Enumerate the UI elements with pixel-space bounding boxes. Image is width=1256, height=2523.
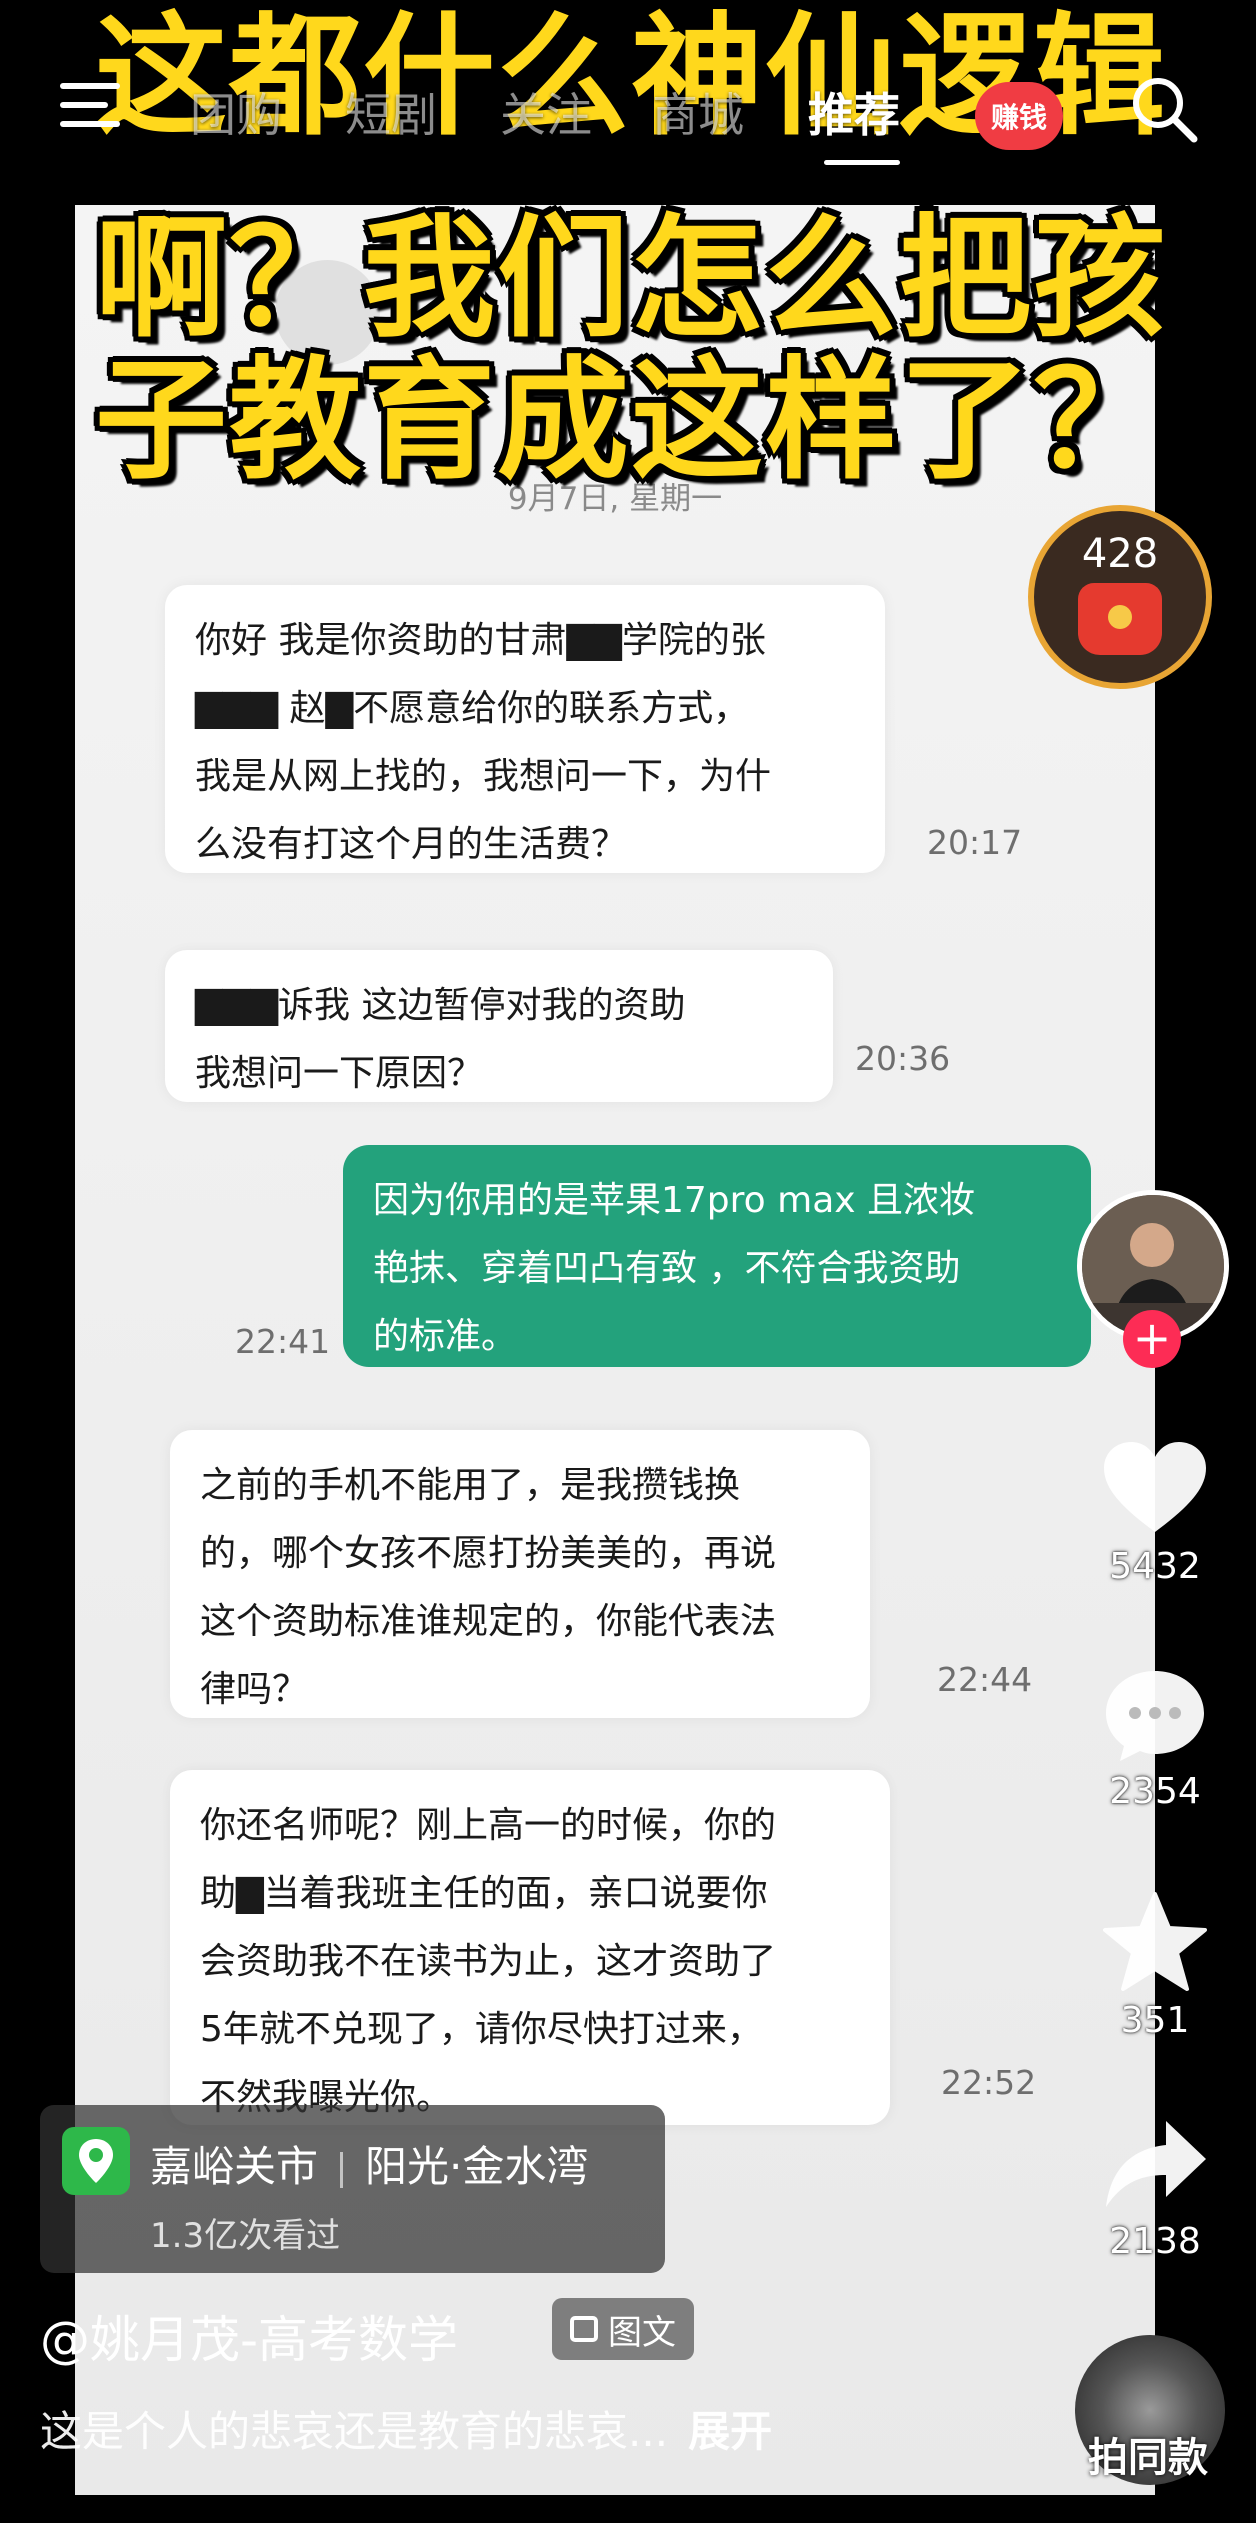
message-time: 20:17 [927,823,1023,862]
menu-icon[interactable] [60,79,120,131]
message-bubble-in: 之前的手机不能用了，是我攒钱换 的，哪个女孩不愿打扮美美的，再说 这个资助标准谁… [170,1430,870,1718]
share-count: 2138 [1109,2221,1201,2262]
message-time: 20:36 [855,1039,951,1078]
expand-link[interactable]: 展开 [688,2407,772,2456]
message-line: ▇▇▇诉我 这边暂停对我的资助 [195,985,686,1026]
message-line: 我是从网上找的，我想问一下，为什 [195,756,772,797]
location-separator [340,2151,344,2188]
red-packet-icon [1078,583,1162,655]
message-line: 么没有打这个月的生活费？ [195,824,628,865]
message-line: 因为你用的是苹果17pro max 且浓妆 [373,1180,976,1221]
favorite-button[interactable]: 351 [1090,1890,1220,2041]
message-line: 5年就不兑现了，请你尽快打过来， [200,2009,763,2050]
message-line: 的标准。 [373,1316,518,1357]
heart-icon [1104,1442,1206,1532]
location-title: 嘉峪关市 阳光·金水湾 [150,2133,588,2194]
message-line: 你好 我是你资助的甘肃▇▇学院的张 [195,620,766,661]
message-line: ▇▇▇ 赵▇不愿意给你的联系方式， [195,688,750,729]
comment-count: 2354 [1109,1771,1201,1812]
share-icon [1106,2121,1206,2207]
search-icon[interactable] [1128,73,1200,145]
caption-line: 啊？我们怎么把孩 [95,202,1167,356]
comment-icon [1106,1671,1204,1761]
caption-line: 子教育成这样了？ [95,344,1167,498]
message-line: 之前的手机不能用了，是我攒钱换 [200,1465,741,1506]
share-button[interactable]: 2138 [1090,2115,1220,2262]
image-text-icon [570,2316,598,2342]
message-line: 你还名师呢？刚上高一的时候，你的 [200,1805,777,1846]
message-time: 22:52 [941,2063,1037,2102]
active-tab-indicator [824,160,900,165]
red-packet-count: 428 [1081,531,1159,577]
message-bubble-out: 因为你用的是苹果17pro max 且浓妆 艳抹、穿着凹凸有致 ，不符合我资助 … [343,1145,1091,1367]
message-bubble-in: ▇▇▇诉我 这边暂停对我的资助 我想问一下原因？ [165,950,833,1102]
tab-mall[interactable]: 商城 [652,79,744,145]
message-line: 我想问一下原因？ [195,1053,484,1094]
location-city: 嘉峪关市 [150,2142,319,2191]
location-chip[interactable]: 嘉峪关市 阳光·金水湾 1.3亿次看过 [40,2105,665,2273]
like-count: 5432 [1109,1546,1201,1587]
red-packet-timer[interactable]: 428 [1028,505,1212,689]
message-line: 的，哪个女孩不愿打扮美美的，再说 [200,1533,777,1574]
like-button[interactable]: 5432 [1090,1440,1220,1587]
message-line: 会资助我不在读书为止，这才资助了 [200,1941,777,1982]
tab-short-drama[interactable]: 短剧 [345,79,437,145]
post-type-tag: 图文 [552,2298,694,2360]
location-place: 阳光·金水湾 [365,2142,589,2191]
favorite-count: 351 [1120,2000,1190,2041]
message-line: 律吗？ [200,1669,309,1710]
star-icon [1103,1892,1207,1991]
post-description: 这是个人的悲哀还是教育的悲哀... 展开 [40,2398,772,2459]
comment-button[interactable]: 2354 [1090,1665,1220,1812]
message-bubble-in: 你好 我是你资助的甘肃▇▇学院的张 ▇▇▇ 赵▇不愿意给你的联系方式， 我是从网… [165,585,885,873]
location-views: 1.3亿次看过 [150,2216,341,2256]
author-name[interactable]: @姚月茂-高考数学 [40,2300,458,2372]
earn-money-button[interactable]: 赚钱 [975,82,1063,150]
message-bubble-in: 你还名师呢？刚上高一的时候，你的 助▇当着我班主任的面，亲口说要你 会资助我不在… [170,1770,890,2125]
message-line: 助▇当着我班主任的面，亲口说要你 [200,1873,768,1914]
follow-button[interactable]: + [1123,1310,1181,1368]
tab-recommend[interactable]: 推荐 [808,79,900,145]
message-time: 22:41 [235,1322,331,1361]
message-time: 22:44 [937,1660,1033,1699]
message-line: 艳抹、穿着凹凸有致 ，不符合我资助 [373,1248,961,1289]
top-navigation: 团购 短剧 关注 商城 推荐 赚钱 [0,55,1256,165]
description-text: 这是个人的悲哀还是教育的悲哀... [40,2407,669,2456]
music-label[interactable]: 拍同款 [1088,2425,1208,2483]
tab-following[interactable]: 关注 [500,79,592,145]
location-pin-icon [62,2127,130,2195]
tab-group-buy[interactable]: 团购 [190,79,282,145]
post-type-label: 图文 [608,2312,676,2353]
message-line: 这个资助标准谁规定的，你能代表法 [200,1601,777,1642]
bottom-bar [0,2495,1256,2523]
